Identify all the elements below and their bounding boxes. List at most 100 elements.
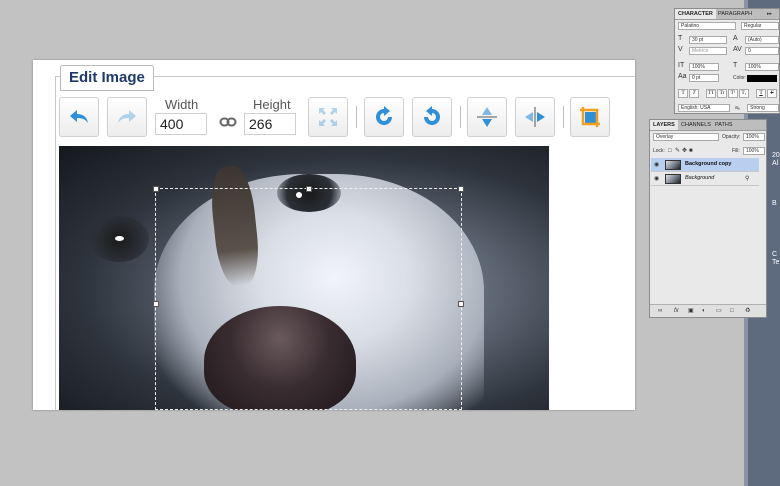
baseline-shift-field[interactable]: 0 pt [689,74,719,82]
redo-button[interactable] [107,97,147,137]
strip-text: B [772,200,777,207]
rotate-clockwise-button[interactable] [364,97,404,137]
crop-button[interactable] [570,97,610,137]
layers-panel: LAYERS CHANNELS PATHS Overlay Opacity: 1… [649,119,767,318]
color-label: Color: [733,75,747,81]
strip-text: Te [772,259,780,266]
all-caps-button[interactable]: TT [706,89,716,98]
language-select[interactable]: English: USA [678,104,730,112]
fill-field[interactable]: 100% [743,147,765,155]
tab-paths[interactable]: PATHS [712,120,736,130]
baseline-shift-icon: Aa [678,73,687,80]
height-label: Height [253,97,291,112]
character-panel-tabs: CHARACTER PARAGRAPH ▸▸ [675,9,779,20]
width-label: Width [165,97,199,112]
lock-all-icon[interactable]: ■ [689,147,693,155]
horizontal-scale-icon: T [733,62,738,69]
width-input[interactable] [155,113,207,135]
crop-handle-top[interactable] [306,186,312,192]
new-layer-icon[interactable]: □ [730,307,734,315]
horizontal-scale-field[interactable]: 100% [745,63,779,71]
lock-pixels-icon[interactable]: ✎ [675,147,680,155]
font-size-icon: T [678,35,683,42]
underline-button[interactable]: T [756,89,766,98]
font-family-select[interactable]: Palatino [678,22,736,30]
crop-handle-top-right[interactable] [458,186,464,192]
flip-horizontal-icon [525,107,545,127]
crop-handle-right[interactable] [458,301,464,307]
layer-thumbnail [665,160,681,170]
undo-icon [70,110,88,123]
layer-lock-icon: ⚲ [745,176,750,182]
strip-text: 20 [772,152,780,159]
opacity-field[interactable]: 100% [743,133,765,141]
font-size-field[interactable]: 30 pt [689,36,727,44]
flip-vertical-button[interactable] [467,97,507,137]
superscript-button[interactable]: T¹ [728,89,738,98]
font-style-select[interactable]: Regular [741,22,779,30]
crop-icon [580,107,600,127]
toolbar-separator [563,106,564,128]
link-layers-icon[interactable]: ∞ [658,307,662,315]
new-group-icon[interactable]: ▭ [716,307,722,315]
crop-selection[interactable] [153,186,464,410]
crop-handle-top-left[interactable] [153,186,159,192]
height-input[interactable] [244,113,296,135]
toolbar-separator [460,106,461,128]
undo-button[interactable] [59,97,99,137]
rotate-counterclockwise-icon [424,106,440,125]
faux-bold-button[interactable]: T [678,89,688,98]
subscript-button[interactable]: T₁ [739,89,749,98]
layer-name: Background copy [685,161,732,167]
editor-title: Edit Image [60,65,154,91]
dog-eye-left [89,216,149,262]
opacity-label: Opacity: [722,134,741,140]
image-canvas[interactable] [59,146,549,410]
blend-mode-select[interactable]: Overlay [653,133,719,141]
flip-horizontal-button[interactable] [515,97,555,137]
tab-paragraph[interactable]: PARAGRAPH [715,9,755,19]
leading-icon: A [733,35,738,42]
vertical-scale-field[interactable]: 100% [689,63,719,71]
leading-field[interactable]: (Auto) [745,36,779,44]
flip-vertical-icon [477,107,497,127]
layers-footer: ∞ fx ▣ ◐ ▭ □ ♻ [650,304,766,317]
tracking-field[interactable]: 0 [745,47,779,55]
toolbar-separator [356,106,357,128]
antialias-select[interactable]: Strong [747,104,779,112]
fit-size-button[interactable] [308,97,348,137]
adjustment-layer-icon[interactable]: ◐ [702,307,706,315]
kerning-icon: V [678,46,683,53]
strikethrough-button[interactable]: F [767,89,777,98]
kerning-field[interactable]: Metrics [689,47,727,55]
panel-menu-icon[interactable]: ▸▸ [767,10,772,18]
layer-visibility-icon[interactable]: ◉ [654,161,659,168]
small-caps-button[interactable]: Tr [717,89,727,98]
fx-icon[interactable]: fx [674,307,679,315]
layer-row[interactable]: ◉ Background ⚲ [651,172,759,186]
lock-position-icon[interactable]: ✥ [682,147,687,155]
layer-visibility-icon[interactable]: ◉ [654,175,659,182]
layer-mask-icon[interactable]: ▣ [688,307,694,315]
rotate-counterclockwise-button[interactable] [412,97,452,137]
link-dimensions-icon[interactable] [219,115,237,129]
trash-icon[interactable]: ♻ [745,307,750,315]
redo-icon [118,110,136,123]
tab-channels[interactable]: CHANNELS [678,120,714,130]
crop-handle-left[interactable] [153,301,159,307]
tracking-icon: AV [733,46,742,53]
vertical-scale-icon: IT [678,62,685,69]
text-color-swatch[interactable] [747,75,777,82]
tab-character[interactable]: CHARACTER [675,9,716,19]
character-panel: CHARACTER PARAGRAPH ▸▸ Palatino Regular … [674,8,780,114]
fill-label: Fill: [732,148,740,154]
layer-row[interactable]: ◉ Background copy [651,158,759,172]
tab-layers[interactable]: LAYERS [650,120,678,130]
lock-transparency-icon[interactable]: □ [668,147,672,155]
faux-italic-button[interactable]: T [689,89,699,98]
layer-thumbnail [665,174,681,184]
layers-panel-tabs: LAYERS CHANNELS PATHS [650,120,766,131]
strip-text: Al [772,160,779,167]
edit-image-panel: Edit Image Width Height [33,60,635,410]
rotate-clockwise-icon [376,106,392,125]
